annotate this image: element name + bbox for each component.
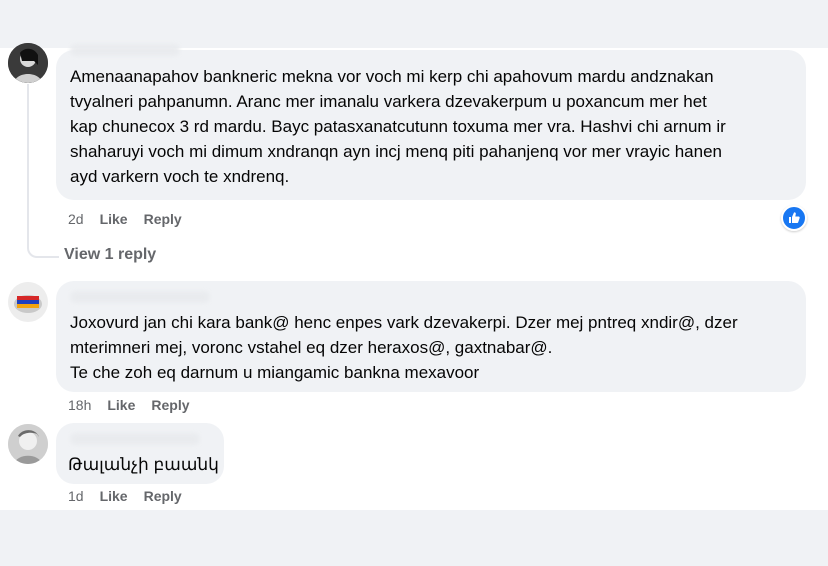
comment-timestamp[interactable]: 2d [68, 211, 84, 227]
comment-actions: 2d Like Reply [68, 211, 182, 227]
thread-connector [27, 238, 59, 258]
avatar-image [8, 43, 48, 83]
like-button[interactable]: Like [107, 397, 135, 413]
like-reaction-icon[interactable] [781, 205, 807, 231]
like-button[interactable]: Like [100, 488, 128, 504]
comment-timestamp[interactable]: 1d [68, 488, 84, 504]
commenter-name-redacted [70, 291, 210, 303]
comment-text-line: tvyalneri pahpanumn. Aranc mer imanalu v… [70, 92, 707, 111]
commenter-name-redacted [70, 433, 200, 445]
comment-text-line: mterimneri mej, voronc vstahel eq dzer h… [70, 338, 553, 357]
comment-text-line: Joxovurd jan chi kara bank@ henc enpes v… [70, 313, 738, 332]
avatar-image [8, 282, 48, 322]
avatar-image [8, 424, 48, 464]
comment-text-line: ayd varkern voch te xndrenq. [70, 167, 290, 186]
comment-text-line: Te che zoh eq darnum u miangamic bankna … [70, 363, 480, 382]
comment-text-line: shaharuyi voch mi dimum xndranqn ayn inc… [70, 142, 723, 161]
comment-timestamp[interactable]: 18h [68, 397, 91, 413]
commenter-avatar[interactable] [8, 282, 48, 322]
reply-button[interactable]: Reply [151, 397, 189, 413]
commenter-name-redacted [70, 44, 180, 56]
comment-bubble: Amenaanapahov bankneric mekna vor voch m… [56, 44, 806, 200]
comments-panel: Amenaanapahov bankneric mekna vor voch m… [0, 43, 828, 510]
top-background [0, 0, 828, 48]
comment-actions: 1d Like Reply [68, 488, 182, 504]
comment-text-line: kap chunecox 3 rd mardu. Bayc patasxanat… [70, 117, 726, 136]
comment-text-line: Թալանչի բաանկ [68, 455, 219, 474]
view-replies-link[interactable]: View 1 reply [64, 246, 156, 264]
comment-bubble: Թալանչի բաանկ [56, 423, 224, 484]
reply-button[interactable]: Reply [144, 211, 182, 227]
like-button[interactable]: Like [100, 211, 128, 227]
comment-bubble: Joxovurd jan chi kara bank@ henc enpes v… [56, 281, 806, 392]
commenter-avatar[interactable] [8, 424, 48, 464]
thumbs-up-icon [789, 212, 800, 223]
comment-actions: 18h Like Reply [68, 397, 190, 413]
commenter-avatar[interactable] [8, 43, 48, 83]
thread-line [27, 84, 29, 239]
reply-button[interactable]: Reply [144, 488, 182, 504]
comment-text-line: Amenaanapahov bankneric mekna vor voch m… [70, 67, 714, 86]
